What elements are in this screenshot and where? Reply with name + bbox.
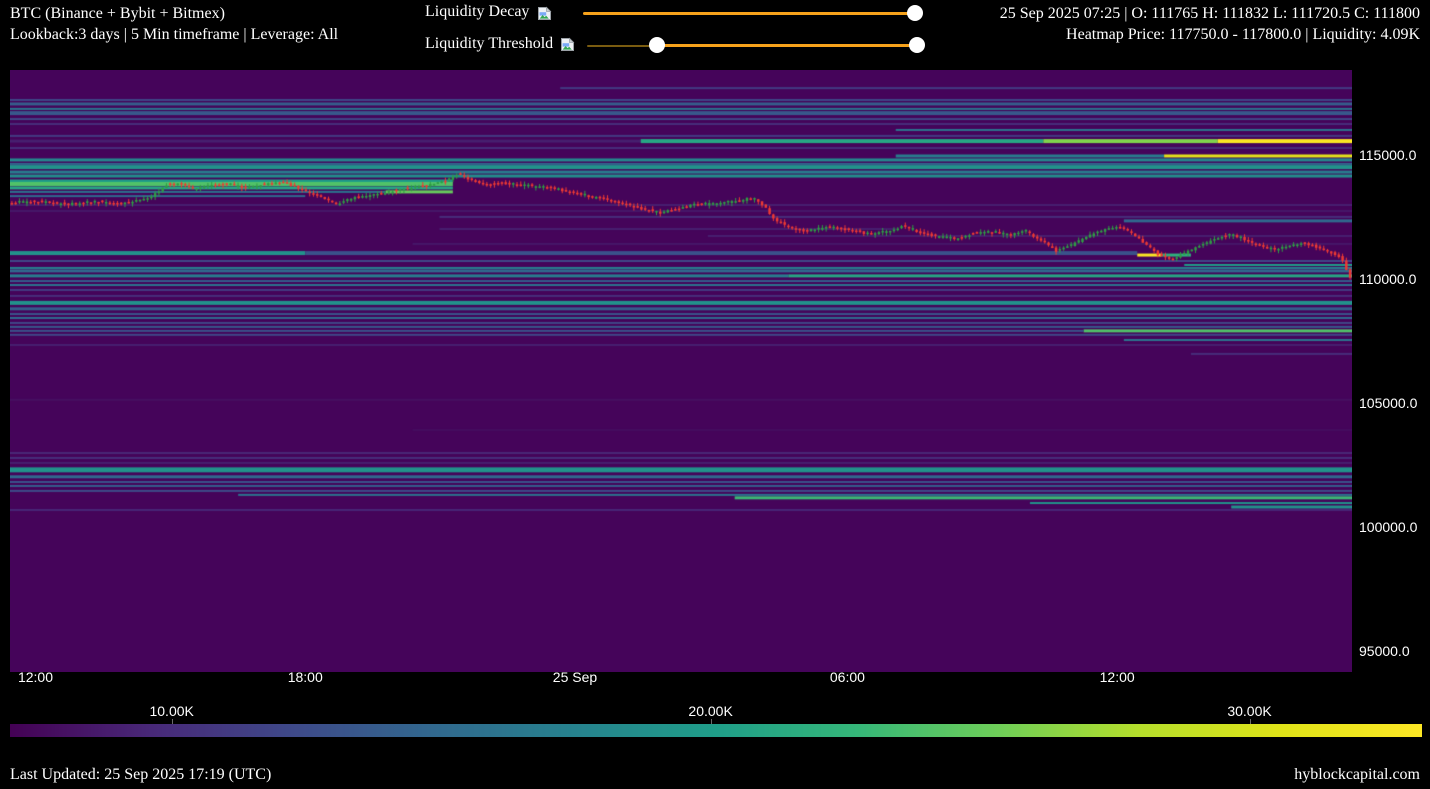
time-tick-label: 25 Sep (553, 669, 597, 685)
ohlc-readout: 25 Sep 2025 07:25 | O: 111765 H: 111832 … (1000, 3, 1420, 24)
liquidation-heatmap-app: BTC (Binance + Bybit + Bitmex) Lookback:… (0, 0, 1430, 789)
threshold-slider-handle-high[interactable] (909, 37, 925, 53)
last-updated-text: Last Updated: 25 Sep 2025 17:19 (UTC) (10, 766, 271, 784)
time-tick-label: 12:00 (18, 669, 53, 685)
heatmap-price-readout: Heatmap Price: 117750.0 - 117800.0 | Liq… (1000, 24, 1420, 45)
colorbar-tick-label: 10.00K (149, 703, 193, 719)
liquidity-decay-label: Liquidity Decay (425, 3, 529, 21)
page-title: BTC (Binance + Bybit + Bitmex) (10, 3, 338, 24)
price-tick-label: 115000.0 (1359, 147, 1416, 163)
price-tick-label: 105000.0 (1359, 395, 1417, 411)
header-left: BTC (Binance + Bybit + Bitmex) Lookback:… (10, 3, 338, 45)
threshold-slider-track-active[interactable] (657, 44, 917, 47)
time-tick-label: 18:00 (288, 669, 323, 685)
time-tick-label: 12:00 (1100, 669, 1135, 685)
price-tick-label: 110000.0 (1359, 271, 1416, 287)
liquidity-threshold-label: Liquidity Threshold (425, 35, 553, 53)
price-tick-label: 95000.0 (1359, 643, 1410, 659)
colorbar-tick-mark (172, 719, 173, 724)
liquidity-decay-slider[interactable] (583, 5, 915, 22)
colorbar-tick-label: 30.00K (1227, 703, 1271, 719)
colorbar-tick-label: 20.00K (688, 703, 732, 719)
threshold-slider-handle-low[interactable] (649, 37, 665, 53)
broken-image-icon (537, 6, 552, 21)
page-subtitle: Lookback:3 days | 5 Min timeframe | Leve… (10, 24, 338, 45)
threshold-slider-track-dim[interactable] (587, 45, 657, 47)
decay-slider-track[interactable] (583, 12, 915, 15)
liquidity-colorbar (10, 724, 1422, 737)
colorbar-tick-mark (711, 719, 712, 724)
decay-slider-handle[interactable] (907, 5, 923, 21)
time-tick-label: 06:00 (830, 669, 865, 685)
liquidity-threshold-slider[interactable] (587, 37, 917, 54)
liquidation-heatmap-canvas[interactable] (10, 70, 1352, 672)
price-tick-label: 100000.0 (1359, 519, 1417, 535)
broken-image-icon (560, 37, 575, 52)
colorbar-tick-mark (1250, 719, 1251, 724)
header-right: 25 Sep 2025 07:25 | O: 111765 H: 111832 … (1000, 3, 1420, 45)
site-watermark: hyblockcapital.com (1294, 766, 1420, 784)
